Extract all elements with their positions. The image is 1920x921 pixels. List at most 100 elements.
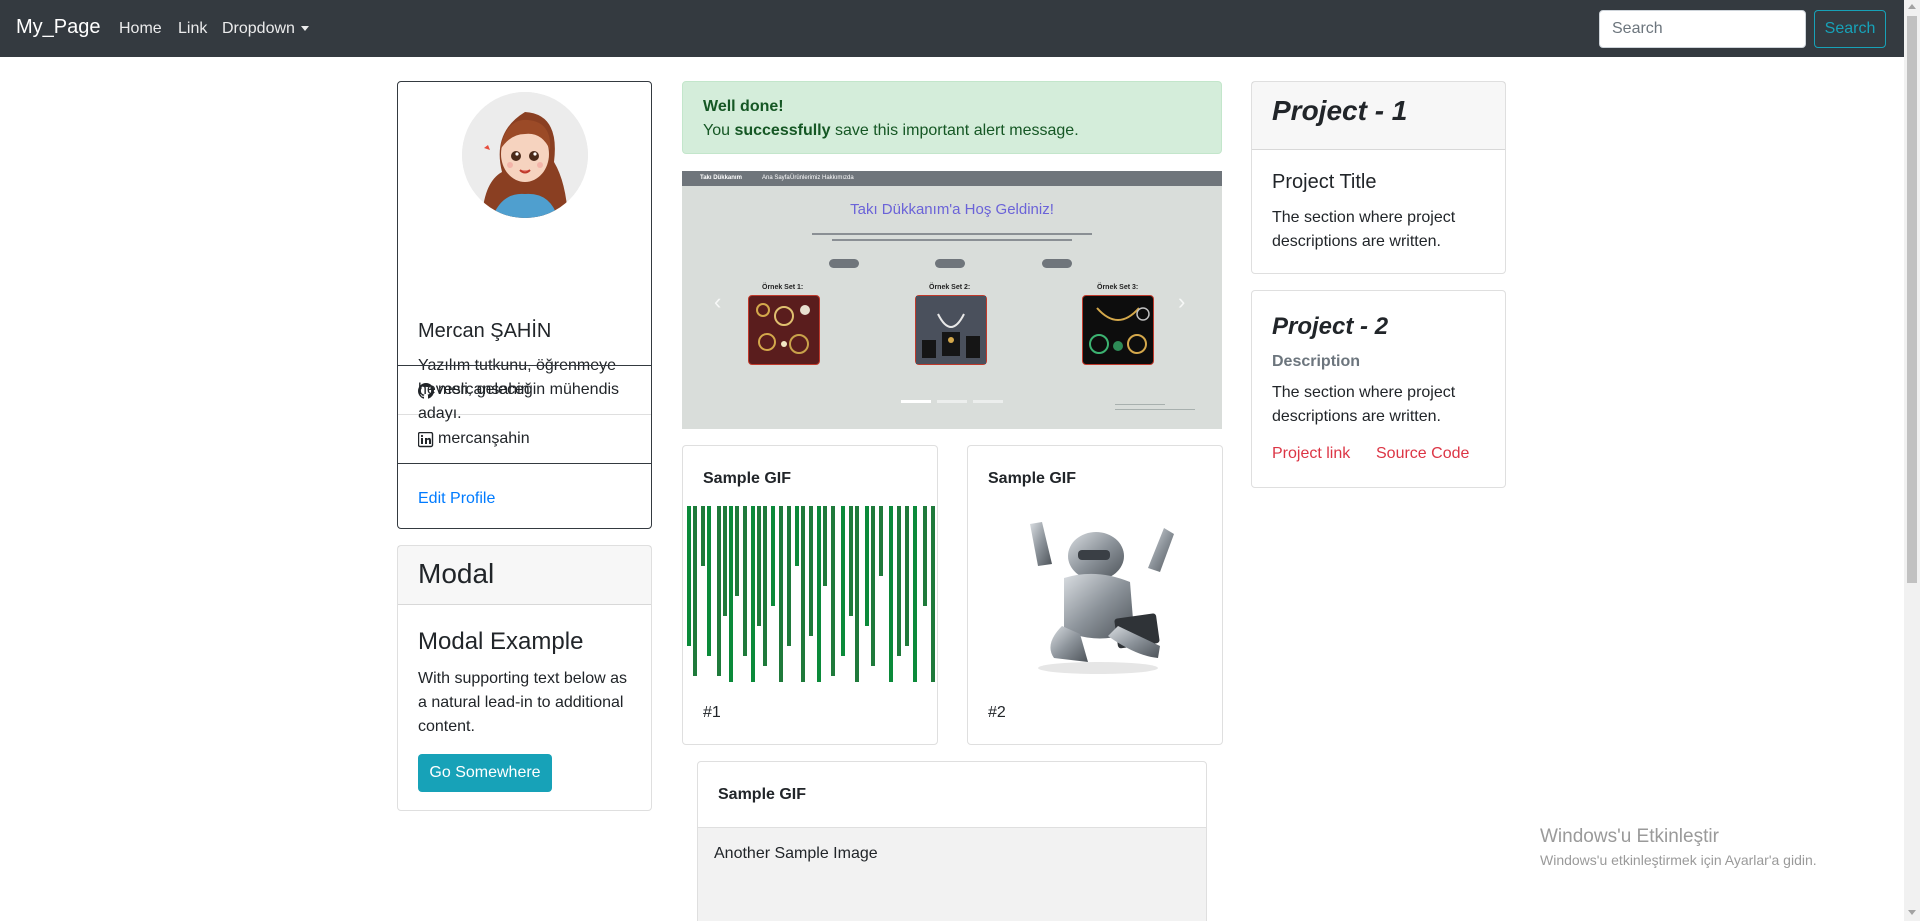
- scroll-up-arrow-icon[interactable]: [1908, 4, 1916, 9]
- matrix-column: [865, 506, 869, 626]
- page-scrollbar[interactable]: [1904, 0, 1920, 921]
- matrix-rain-image: [687, 506, 935, 682]
- matrix-column: [889, 506, 893, 682]
- robot-laptop-image: [1030, 522, 1174, 674]
- gif-card: Sample GIF #1: [682, 445, 938, 745]
- github-row[interactable]: mercansahin: [398, 365, 651, 414]
- brand-link[interactable]: My_Page: [16, 16, 101, 39]
- alert-prefix: You: [703, 122, 730, 139]
- carousel-slide-brand: Takı Dükkanım: [700, 175, 742, 181]
- alert-title: Well done!: [703, 98, 784, 115]
- avatar: [462, 92, 588, 218]
- matrix-column: [897, 506, 901, 656]
- github-username: mercansahin: [438, 381, 530, 398]
- matrix-column: [923, 506, 927, 606]
- matrix-column: [855, 506, 859, 682]
- jewelry-set-image: [1089, 307, 1150, 354]
- profile-name: Mercan ŞAHİN: [418, 320, 552, 342]
- matrix-column: [801, 506, 805, 682]
- nav-link-link[interactable]: Link: [178, 20, 207, 38]
- gif-card-caption: #2: [988, 704, 1006, 721]
- carousel-jewelry-image: [915, 295, 987, 365]
- carousel-slide-nav-item: Ürünlerimiz: [790, 175, 821, 181]
- carousel-indicator[interactable]: [973, 400, 1003, 403]
- carousel-indicator[interactable]: [937, 400, 967, 403]
- matrix-column: [701, 506, 705, 566]
- matrix-column: [871, 506, 875, 666]
- profile-card: Mercan ŞAHİN Yazılım tutkunu, öğrenmeye …: [397, 81, 652, 529]
- matrix-column: [849, 506, 853, 616]
- linkedin-icon: [418, 432, 434, 448]
- project-1-title: Project Title: [1272, 171, 1377, 193]
- gif-image-robot: [968, 506, 1222, 682]
- matrix-column: [779, 506, 783, 682]
- modal-card-heading: Modal: [418, 558, 495, 589]
- matrix-column: [751, 506, 755, 682]
- carousel-indicator[interactable]: [901, 400, 931, 403]
- carousel-jewelry-image: [748, 295, 820, 365]
- gif-card-wide-body: Another Sample Image: [698, 828, 1206, 921]
- carousel-prev-icon[interactable]: ‹: [714, 289, 721, 315]
- gif-card: Sample GIF #2: [967, 445, 1223, 745]
- scroll-down-arrow-icon[interactable]: [1908, 910, 1916, 915]
- matrix-column: [879, 506, 883, 576]
- gif-card-wide: Sample GIF Another Sample Image: [697, 761, 1207, 921]
- matrix-column: [817, 506, 821, 682]
- carousel-slide-title: Takı Dükkanım'a Hoş Geldiniz!: [850, 201, 1054, 218]
- alert-message: You successfully save this important ale…: [703, 122, 1079, 140]
- gif-card-wide-header: Sample GIF: [698, 762, 1206, 828]
- matrix-column: [707, 506, 711, 656]
- carousel-next-icon[interactable]: ›: [1178, 289, 1185, 315]
- matrix-column: [757, 506, 761, 626]
- modal-card-title: Modal Example: [418, 628, 584, 655]
- carousel-slide-nav-item: Hakkımızda: [822, 175, 854, 181]
- caret-down-icon: [300, 26, 309, 32]
- watermark-subtitle: Windows'u etkinleştirmek için Ayarlar'a …: [1540, 852, 1817, 868]
- modal-card-text: With supporting text below as a natural …: [418, 670, 627, 735]
- source-code-link[interactable]: Source Code: [1376, 445, 1469, 463]
- windows-activation-watermark: Windows'u Etkinleştir Windows'u etkinleş…: [1540, 826, 1817, 868]
- nav-home-link[interactable]: Home: [119, 20, 162, 38]
- carousel-set-label: Örnek Set 3:: [1097, 284, 1139, 291]
- alert-bold: successfully: [734, 122, 831, 139]
- project-1-text: The section where project descriptions a…: [1272, 209, 1456, 250]
- nav-dropdown-toggle[interactable]: Dropdown: [222, 20, 309, 38]
- go-somewhere-button[interactable]: Go Somewhere: [418, 754, 552, 792]
- linkedin-row[interactable]: mercanşahin: [398, 414, 651, 463]
- matrix-column: [743, 506, 747, 656]
- matrix-column: [823, 506, 827, 586]
- gif-card-wide-text: Another Sample Image: [714, 845, 878, 862]
- matrix-column: [693, 506, 697, 676]
- success-alert: Well done! You successfully save this im…: [682, 81, 1222, 154]
- search-input[interactable]: [1599, 10, 1806, 48]
- gif-card-title: Sample GIF: [988, 470, 1077, 487]
- image-carousel[interactable]: Takı Dükkanım Ana Sayfa Ürünlerimiz Hakk…: [682, 171, 1222, 429]
- modal-card: Modal Modal Example With supporting text…: [397, 545, 652, 811]
- carousel-jewelry-image: [1082, 295, 1154, 365]
- matrix-column: [809, 506, 813, 636]
- matrix-column: [735, 506, 739, 596]
- project-1-card: Project - 1 Project Title The section wh…: [1251, 81, 1506, 274]
- scroll-thumb[interactable]: [1907, 16, 1917, 583]
- matrix-column: [787, 506, 791, 646]
- modal-card-header: Modal: [398, 546, 651, 605]
- matrix-column: [687, 506, 691, 646]
- matrix-column: [913, 506, 917, 682]
- project-link[interactable]: Project link: [1272, 445, 1350, 463]
- nav-dropdown-label: Dropdown: [222, 20, 295, 37]
- linkedin-username: mercanşahin: [438, 430, 530, 447]
- alert-suffix: save this important alert message.: [834, 122, 1079, 139]
- navbar: My_Page Home Link Dropdown Search: [0, 0, 1904, 57]
- gif-image-matrix: [683, 506, 937, 682]
- carousel-slide-navbar: Takı Dükkanım Ana Sayfa Ürünlerimiz Hakk…: [682, 171, 1222, 186]
- carousel-slide-footer: [1115, 401, 1195, 410]
- project-2-card: Project - 2 Description The section wher…: [1251, 290, 1506, 488]
- project-2-title: Project - 2: [1272, 313, 1389, 340]
- matrix-column: [931, 506, 935, 682]
- edit-profile-link[interactable]: Edit Profile: [418, 490, 495, 508]
- matrix-column: [763, 506, 767, 666]
- matrix-column: [717, 506, 721, 676]
- avatar-illustration: [462, 92, 588, 218]
- matrix-column: [841, 506, 845, 656]
- search-button[interactable]: Search: [1814, 10, 1886, 48]
